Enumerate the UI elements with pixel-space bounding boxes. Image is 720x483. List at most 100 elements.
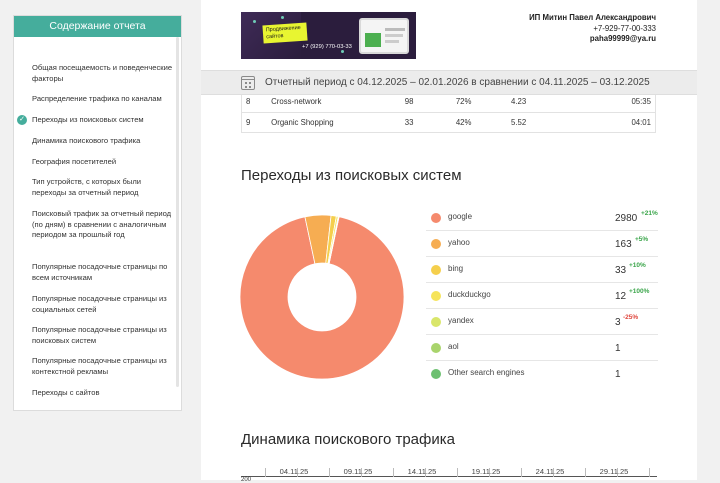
legend-label: Other search engines (448, 368, 525, 377)
table-cell: 5.52 (507, 112, 628, 133)
toc-item[interactable]: Тип устройств, с которых были переходы з… (32, 177, 174, 198)
legend-value: 2980 (615, 213, 638, 224)
toc-item[interactable]: Общая посещаемость и поведенческие факто… (32, 63, 174, 84)
toc-item-label: Страницы с высоким показателем отказов (32, 409, 153, 410)
legend-label: duckduckgo (448, 290, 491, 299)
toc-scrollbar[interactable] (176, 37, 179, 387)
toc-item[interactable]: Распределение трафика по каналам (32, 94, 174, 105)
table-cell: 04:01 (627, 112, 657, 133)
legend-color-dot (431, 343, 441, 353)
table-row: 9 Organic Shopping 33 42% 5.52 04:01 (241, 112, 657, 133)
axis-tick (521, 468, 522, 477)
toc-item[interactable]: Поисковый трафик за отчетный период (по … (32, 209, 174, 241)
report-period-bar: Отчетный период с 04.12.2025 – 02.01.202… (201, 70, 697, 95)
legend-change: +21% (641, 210, 658, 217)
table-cell: 4.23 (507, 92, 628, 113)
legend-label: google (448, 212, 473, 221)
toc-item[interactable]: Популярные посадочные страницы по всем и… (32, 262, 174, 283)
toc-item-label: Динамика поискового трафика (32, 136, 141, 145)
table-cell: 05:35 (627, 92, 657, 113)
axis-date-label: 09.11.25 (343, 467, 373, 476)
legend-color-dot (431, 239, 441, 249)
contact-block: ИП Митин Павел Александрович +7-929-77-0… (529, 13, 656, 45)
toc-item[interactable]: Динамика поискового трафика (32, 136, 174, 147)
legend-value: 12 (615, 291, 627, 302)
report-page: Продвижение сайтов +7 (929) 770-03-33 ИП… (201, 0, 697, 483)
legend-change: +10% (629, 262, 646, 269)
contact-phone: +7-929-77-00-333 (593, 23, 656, 33)
calendar-icon (241, 76, 255, 90)
axis-tick (329, 468, 330, 477)
period-text: Отчетный период с 04.12.2025 – 02.01.202… (265, 77, 650, 88)
toc-item-label: Популярные посадочные страницы из контек… (32, 356, 167, 376)
legend-label: aol (448, 342, 459, 351)
contact-email: paha99999@ya.ru (589, 34, 656, 43)
legend-color-dot (431, 317, 441, 327)
legend-label: yahoo (448, 238, 470, 247)
legend-color-dot (431, 291, 441, 301)
legend-change: -25% (623, 314, 639, 321)
axis-date-label: 14.11.25 (407, 467, 437, 476)
toc-item[interactable]: География посетителей (32, 157, 174, 168)
legend-row: yandex 3 -25% (426, 309, 658, 335)
legend-row: yahoo 163 +5% (426, 231, 658, 257)
toc-item-label: Переходы из поисковых систем (32, 115, 144, 124)
table-cell: 98 (400, 92, 452, 113)
toc-item-label: География посетителей (32, 157, 117, 166)
legend-value: 33 (615, 265, 627, 276)
axis-tick (393, 468, 394, 477)
section-title-search: Переходы из поисковых систем (241, 167, 462, 184)
search-engines-donut-chart (239, 214, 405, 380)
axis-date-label: 24.11.25 (535, 467, 565, 476)
toc-item-label: Переходы с сайтов (32, 388, 100, 397)
axis-date-label: 19.11.25 (471, 467, 501, 476)
check-icon: ✓ (17, 115, 27, 125)
toc-item[interactable]: ✓ Переходы из поисковых систем (17, 115, 174, 126)
legend-row: Other search engines 1 (426, 361, 658, 387)
table-of-contents: Содержание отчета Общая посещаемость и п… (13, 15, 182, 411)
legend-row: aol 1 (426, 335, 658, 361)
axis-tick (457, 468, 458, 477)
dynamics-chart-axis: 200 04.11.25 09.11.25 14.11.25 19.11.25 24.1… (241, 463, 657, 483)
banner-phone: +7 (929) 770-03-33 (302, 44, 352, 50)
toc-item-label: Популярные посадочные страницы из социал… (32, 294, 167, 314)
table-cell: Cross-network (267, 92, 401, 113)
axis-tick (649, 468, 650, 477)
toc-item-label: Популярные посадочные страницы из поиско… (32, 325, 167, 345)
toc-item-label: Распределение трафика по каналам (32, 94, 162, 103)
legend-change: +100% (629, 288, 650, 295)
toc-item[interactable]: Популярные посадочные страницы из социал… (32, 294, 174, 315)
traffic-sources-table: 8 Cross-network 98 72% 4.23 05:35 9 Organic Sho… (241, 92, 657, 133)
tablet-illustration (359, 18, 409, 54)
promo-banner[interactable]: Продвижение сайтов +7 (929) 770-03-33 (241, 12, 416, 59)
table-cell: 9 (241, 112, 268, 133)
axis-date-label: 29.11.25 (599, 467, 629, 476)
axis-date-label: 04.11.25 (279, 467, 309, 476)
legend-color-dot (431, 265, 441, 275)
toc-item[interactable]: Страницы с высоким показателем отказов (32, 409, 174, 410)
toc-item[interactable]: Популярные посадочные страницы из контек… (32, 356, 174, 377)
legend-value: 1 (615, 369, 621, 380)
toc-item[interactable]: Популярные посадочные страницы из поиско… (32, 325, 174, 346)
table-cell: Organic Shopping (267, 112, 401, 133)
table-cell: 8 (241, 92, 268, 113)
legend-value: 3 (615, 317, 621, 328)
legend-row: bing 33 +10% (426, 257, 658, 283)
table-cell: 72% (451, 92, 507, 113)
toc-item-label: Популярные посадочные страницы по всем и… (32, 262, 168, 282)
legend-value: 163 (615, 239, 632, 250)
table-cell: 42% (451, 112, 507, 133)
section-title-dynamics: Динамика поискового трафика (241, 431, 455, 448)
legend-label: bing (448, 264, 464, 273)
axis-cut-label: 200 (241, 477, 252, 483)
toc-item-label: Общая посещаемость и поведенческие факто… (32, 63, 173, 83)
axis-line (241, 476, 657, 477)
table-cell: 33 (400, 112, 452, 133)
legend-row: google 2980 +21% (426, 205, 658, 231)
contact-name: ИП Митин Павел Александрович (529, 13, 656, 22)
toc-item-label: Тип устройств, с которых были переходы з… (32, 177, 142, 197)
toc-item[interactable]: Переходы с сайтов (32, 388, 174, 399)
toc-title: Содержание отчета (14, 16, 181, 37)
legend-value: 1 (615, 343, 621, 354)
legend-color-dot (431, 369, 441, 379)
